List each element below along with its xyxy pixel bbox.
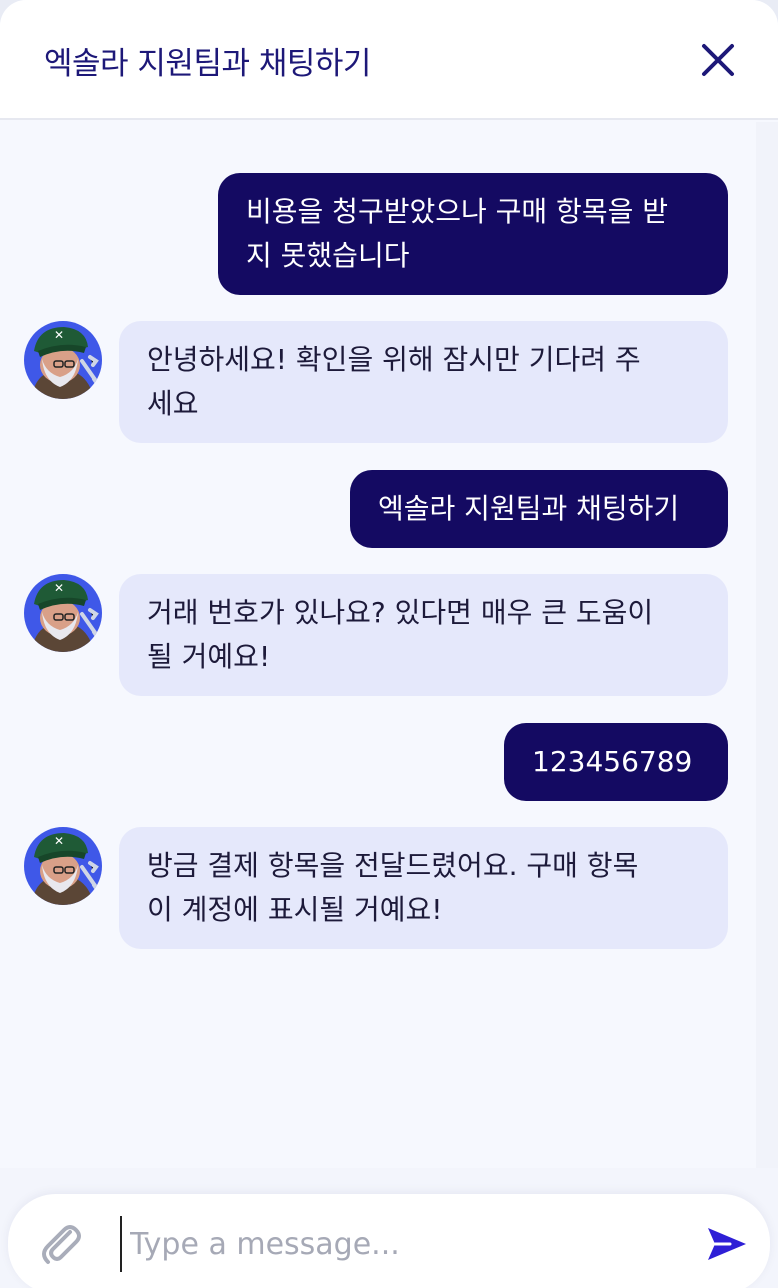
agent-message: 안녕하세요! 확인을 위해 잠시만 기다려 주 세요 (119, 321, 728, 443)
agent-message: 방금 결제 항목을 전달드렸어요. 구매 항목 이 계정에 표시될 거예요! (119, 827, 728, 949)
message-text-line: 123456789 (532, 745, 693, 778)
chat-header: 엑솔라 지원팀과 채팅하기 (0, 0, 778, 120)
message-text-line: 비용을 청구받았으나 구매 항목을 받 (246, 195, 669, 228)
agent-message: 거래 번호가 있나요? 있다면 매우 큰 도움이 될 거예요! (119, 574, 728, 696)
paperclip-icon (42, 1225, 81, 1264)
message-composer (8, 1194, 770, 1288)
message-text-line: 엑솔라 지원팀과 채팅하기 (378, 492, 680, 525)
close-icon (702, 44, 734, 76)
agent-avatar: ✕ (24, 574, 102, 652)
message-text-line: 방금 결제 항목을 전달드렸어요. 구매 항목 (147, 849, 639, 882)
agent-avatar: ✕ (24, 321, 102, 399)
message-text-line: 세요 (147, 387, 199, 420)
close-button[interactable] (696, 38, 740, 82)
svg-text:✕: ✕ (54, 581, 64, 595)
chat-panel: 엑솔라 지원팀과 채팅하기 비용을 청구받았으나 구매 항목을 받 지 못했습니… (0, 0, 778, 1288)
attach-button[interactable] (36, 1218, 86, 1268)
composer-area (0, 1168, 778, 1288)
message-text-line: 거래 번호가 있나요? 있다면 매우 큰 도움이 (147, 596, 654, 629)
scrollbar[interactable] (756, 122, 778, 1172)
svg-text:✕: ✕ (54, 834, 64, 848)
user-message: 비용을 청구받았으나 구매 항목을 받 지 못했습니다 (218, 173, 728, 295)
svg-text:✕: ✕ (54, 328, 64, 342)
message-text-line: 될 거예요! (147, 640, 271, 673)
message-text-line: 이 계정에 표시될 거예요! (147, 893, 443, 926)
agent-avatar: ✕ (24, 827, 102, 905)
message-text-line: 지 못했습니다 (246, 239, 410, 272)
message-input[interactable] (120, 1216, 680, 1272)
send-icon (708, 1228, 746, 1260)
send-button[interactable] (700, 1218, 752, 1270)
chat-title: 엑솔라 지원팀과 채팅하기 (44, 46, 371, 82)
user-message: 엑솔라 지원팀과 채팅하기 (350, 470, 728, 548)
user-message: 123456789 (504, 723, 728, 801)
message-text-line: 안녕하세요! 확인을 위해 잠시만 기다려 주 (147, 343, 641, 376)
